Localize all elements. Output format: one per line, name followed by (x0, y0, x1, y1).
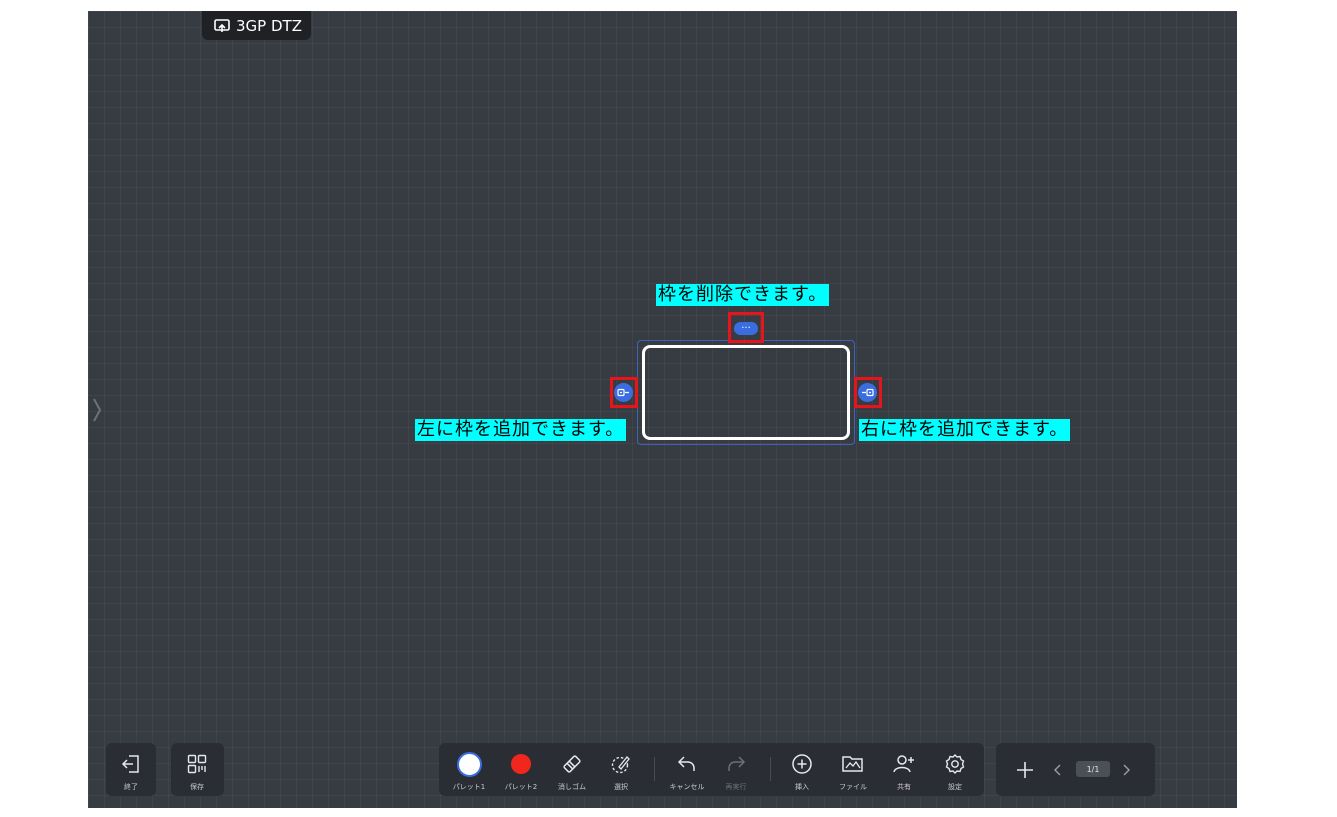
redo-icon (725, 751, 747, 777)
prev-page-icon[interactable] (1053, 763, 1063, 777)
palette2-button[interactable]: パレット2 (499, 751, 543, 792)
insert-label: 挿入 (795, 783, 809, 791)
insert-button[interactable]: 挿入 (780, 751, 824, 792)
palette1-button[interactable]: パレット1 (447, 751, 491, 792)
palette1-label: パレット1 (452, 783, 486, 791)
main-toolbar: パレット1 パレット2 消しゴム 選択 キャンセル 再実行 挿入 ファイル 共有… (439, 743, 984, 796)
next-page-icon[interactable] (1121, 763, 1131, 777)
page-indicator: 1/1 (1076, 761, 1110, 777)
undo-icon (676, 751, 698, 777)
eraser-icon (561, 751, 583, 777)
toolbar-divider (770, 757, 771, 781)
room-tag[interactable]: 3GP DTZ (202, 11, 311, 40)
cast-icon (214, 18, 230, 32)
palette1-swatch (456, 751, 482, 777)
plus-circle-icon (791, 751, 813, 777)
share-button[interactable]: 共有 (882, 751, 926, 792)
select-label: 選択 (614, 783, 628, 791)
palette2-swatch (511, 754, 531, 774)
settings-button[interactable]: 設定 (933, 751, 977, 792)
gear-icon (944, 751, 966, 777)
add-left-annotation: 左に枠を追加できます。 (415, 419, 627, 441)
exit-panel: 終了 (106, 743, 156, 796)
palette2-label: パレット2 (504, 783, 538, 791)
sidebar-expand-icon[interactable] (90, 395, 104, 425)
frame[interactable] (642, 345, 850, 440)
eraser-label: 消しゴム (558, 783, 586, 791)
exit-button[interactable]: 終了 (109, 751, 153, 792)
add-user-icon (892, 751, 916, 777)
eraser-button[interactable]: 消しゴム (550, 751, 594, 792)
add-page-icon[interactable] (1014, 759, 1036, 781)
exit-label: 終了 (124, 783, 138, 791)
save-panel: 保存 (171, 743, 224, 796)
undo-button[interactable]: キャンセル (665, 751, 709, 792)
save-label: 保存 (190, 783, 204, 791)
delete-frame-annotation: 枠を削除できます。 (656, 284, 830, 306)
file-label: ファイル (839, 783, 867, 791)
room-name: 3GP DTZ (236, 16, 302, 35)
settings-label: 設定 (948, 783, 962, 791)
add-frame-left-icon[interactable] (614, 383, 633, 402)
qr-code-icon (187, 751, 207, 777)
share-label: 共有 (897, 783, 911, 791)
whiteboard-canvas[interactable]: 3GP DTZ 枠を削除できます。 ··· 左に枠を追加できます。 右に枠を追加… (88, 11, 1237, 808)
exit-icon (120, 751, 142, 777)
lasso-select-icon (610, 751, 632, 777)
redo-label: 再実行 (725, 783, 747, 791)
select-button[interactable]: 選択 (599, 751, 643, 792)
undo-label: キャンセル (669, 783, 705, 791)
redo-button[interactable]: 再実行 (714, 751, 758, 792)
page-nav-panel: 1/1 (996, 743, 1155, 796)
add-right-annotation: 右に枠を追加できます。 (859, 419, 1071, 441)
more-dots-icon[interactable]: ··· (734, 322, 758, 335)
toolbar-divider (654, 757, 655, 781)
save-button[interactable]: 保存 (175, 751, 219, 792)
file-button[interactable]: ファイル (831, 751, 875, 792)
add-frame-right-icon[interactable] (858, 383, 877, 402)
folder-icon (841, 751, 865, 777)
